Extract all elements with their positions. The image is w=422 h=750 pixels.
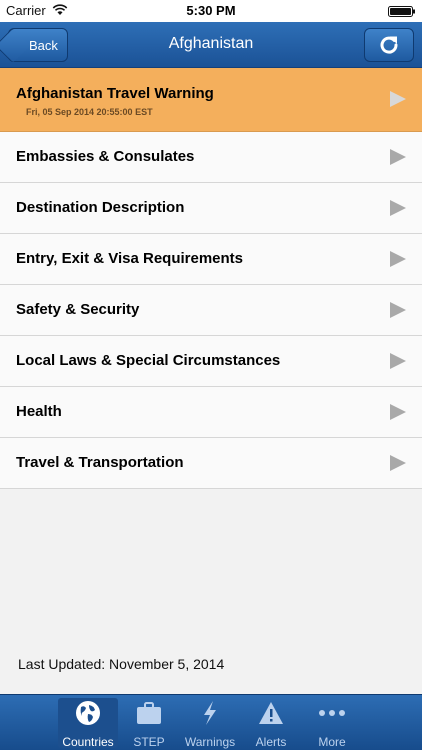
page-title: Afghanistan xyxy=(168,35,254,52)
status-bar: Carrier 5:30 PM xyxy=(0,0,422,22)
content-list: Afghanistan Travel Warning Fri, 05 Sep 2… xyxy=(0,68,422,489)
travel-warning-title: Afghanistan Travel Warning xyxy=(16,85,214,102)
battery-icon xyxy=(388,6,415,17)
list-item-label: Safety & Security xyxy=(16,301,140,318)
lightning-icon xyxy=(204,701,216,725)
list-item-label: Travel & Transportation xyxy=(16,454,184,471)
list-item-local-laws[interactable]: Local Laws & Special Circumstances xyxy=(0,336,422,387)
disclosure-arrow-icon xyxy=(390,200,406,216)
navigation-bar: Back Afghanistan xyxy=(0,22,422,68)
disclosure-arrow-icon xyxy=(390,91,406,107)
tab-label: STEP xyxy=(133,735,165,749)
tab-warnings[interactable]: Warnings xyxy=(180,698,240,749)
list-item-label: Entry, Exit & Visa Requirements xyxy=(16,250,244,267)
travel-warning-date: Fri, 05 Sep 2014 20:55:00 EST xyxy=(26,107,153,117)
disclosure-arrow-icon xyxy=(390,302,406,318)
tab-label: Countries xyxy=(62,735,114,749)
list-item-label: Embassies & Consulates xyxy=(16,148,195,165)
globe-icon xyxy=(76,701,100,725)
status-time: 5:30 PM xyxy=(186,3,236,18)
tab-label: More xyxy=(318,735,346,749)
list-item-label: Health xyxy=(16,403,62,420)
disclosure-arrow-icon xyxy=(390,353,406,369)
tab-label: Alerts xyxy=(255,735,287,749)
briefcase-icon xyxy=(137,702,161,724)
list-item-destination-description[interactable]: Destination Description xyxy=(0,183,422,234)
list-item-label: Destination Description xyxy=(16,199,185,216)
more-dots-icon xyxy=(319,710,345,716)
list-item-entry-exit-visa[interactable]: Entry, Exit & Visa Requirements xyxy=(0,234,422,285)
warning-triangle-icon xyxy=(259,702,283,724)
list-item-travel-transportation[interactable]: Travel & Transportation xyxy=(0,438,422,489)
list-item-health[interactable]: Health xyxy=(0,387,422,438)
tab-more[interactable]: More xyxy=(302,698,362,749)
tab-countries[interactable]: Countries xyxy=(58,698,118,749)
tab-label: Warnings xyxy=(184,735,236,749)
disclosure-arrow-icon xyxy=(390,149,406,165)
tab-step[interactable]: STEP xyxy=(119,698,179,749)
disclosure-arrow-icon xyxy=(390,404,406,420)
list-item-label: Local Laws & Special Circumstances xyxy=(16,352,281,369)
tab-bar: Countries STEP Warnings Alerts More xyxy=(0,694,422,750)
list-item-embassies[interactable]: Embassies & Consulates xyxy=(0,132,422,183)
tab-alerts[interactable]: Alerts xyxy=(241,698,301,749)
last-updated-text: Last Updated: November 5, 2014 xyxy=(18,656,225,672)
travel-warning-row[interactable]: Afghanistan Travel Warning Fri, 05 Sep 2… xyxy=(0,68,422,132)
refresh-icon xyxy=(380,36,398,54)
refresh-button[interactable] xyxy=(364,28,414,62)
list-item-safety-security[interactable]: Safety & Security xyxy=(0,285,422,336)
disclosure-arrow-icon xyxy=(390,455,406,471)
disclosure-arrow-icon xyxy=(390,251,406,267)
